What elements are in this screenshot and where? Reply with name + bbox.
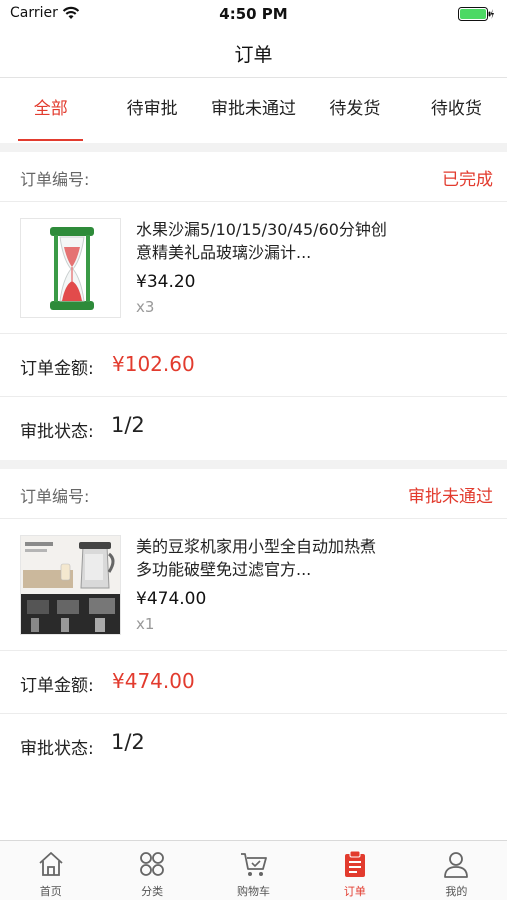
category-icon	[140, 852, 165, 876]
product-quantity: x1	[136, 615, 155, 633]
tabbar-label: 订单	[343, 885, 366, 898]
bottom-tab-bar: 首页 分类 购物车 订单 我的	[0, 840, 507, 900]
product-name: 美的豆浆机家用小型全自动加热煮多功能破壁免过滤官方...	[136, 537, 377, 579]
order-card[interactable]: 订单编号: 审批未通过 美的豆浆机家用小型全自动加热煮多功能破壁免过滤官方...…	[0, 469, 507, 777]
product-price: ¥34.20	[136, 272, 196, 292]
profile-icon	[444, 852, 469, 878]
tabbar-label: 我的	[445, 885, 468, 898]
home-icon	[39, 852, 63, 876]
order-header: 订单编号: 已完成	[0, 152, 507, 202]
order-status: 审批未通过	[408, 487, 493, 507]
order-product[interactable]: 水果沙漏5/10/15/30/45/60分钟创意精美礼品玻璃沙漏计... ¥34…	[0, 202, 507, 334]
order-amount-value: ¥102.60	[112, 352, 195, 376]
order-amount-value: ¥474.00	[112, 669, 195, 693]
status-bar: Carrier 4:50 PM	[0, 0, 507, 28]
tabbar-label: 首页	[39, 885, 62, 898]
tab-pending-receipt[interactable]: 待收货	[406, 79, 507, 143]
product-price: ¥474.00	[136, 589, 207, 609]
tabbar-item-orders[interactable]: 订单	[304, 841, 405, 900]
order-header: 订单编号: 审批未通过	[0, 469, 507, 519]
order-status: 已完成	[442, 170, 493, 190]
order-number-label: 订单编号:	[20, 487, 90, 506]
product-name: 水果沙漏5/10/15/30/45/60分钟创意精美礼品玻璃沙漏计...	[136, 220, 387, 262]
order-amount-row: 订单金额: ¥102.60	[0, 334, 507, 397]
status-time: 4:50 PM	[219, 5, 288, 23]
approval-status-value: 1/2	[111, 413, 145, 437]
approval-status-value: 1/2	[111, 730, 145, 754]
approval-status-row: 审批状态: 1/2	[0, 714, 507, 777]
order-product[interactable]: 美的豆浆机家用小型全自动加热煮多功能破壁免过滤官方... ¥474.00 x1	[0, 519, 507, 651]
tabbar-item-cart[interactable]: 购物车	[203, 841, 304, 900]
tab-approval-rejected[interactable]: 审批未通过	[203, 79, 304, 143]
order-filter-tabs: 全部 待审批 审批未通过 待发货 待收货	[0, 79, 507, 143]
section-divider	[0, 460, 507, 469]
tab-pending-approval[interactable]: 待审批	[101, 79, 202, 143]
product-image	[20, 535, 121, 635]
order-icon	[344, 850, 365, 877]
soymilk-maker-image	[21, 536, 120, 634]
section-divider	[0, 143, 507, 152]
approval-status-label: 审批状态:	[20, 422, 94, 442]
order-number-label: 订单编号:	[20, 170, 90, 189]
tabbar-label: 分类	[141, 885, 164, 898]
tab-pending-shipment[interactable]: 待发货	[304, 79, 405, 143]
product-quantity: x3	[136, 298, 155, 316]
order-amount-label: 订单金额:	[20, 676, 94, 696]
tabbar-item-category[interactable]: 分类	[101, 841, 202, 900]
tabbar-item-home[interactable]: 首页	[0, 841, 101, 900]
tabbar-label: 购物车	[237, 885, 271, 898]
order-amount-label: 订单金额:	[20, 359, 94, 379]
tab-all[interactable]: 全部	[0, 79, 101, 143]
order-amount-row: 订单金额: ¥474.00	[0, 651, 507, 714]
product-image	[20, 218, 121, 318]
approval-status-label: 审批状态:	[20, 739, 94, 759]
cart-icon	[240, 853, 267, 876]
order-card[interactable]: 订单编号: 已完成 水果沙漏5/10/15/30/45/60分钟创意精美礼品玻璃…	[0, 152, 507, 460]
hourglass-image	[50, 227, 94, 310]
battery-icon	[458, 7, 494, 21]
navigation-bar: 订单	[0, 28, 507, 78]
tabbar-item-profile[interactable]: 我的	[406, 841, 507, 900]
approval-status-row: 审批状态: 1/2	[0, 397, 507, 460]
page-title: 订单	[234, 44, 273, 66]
